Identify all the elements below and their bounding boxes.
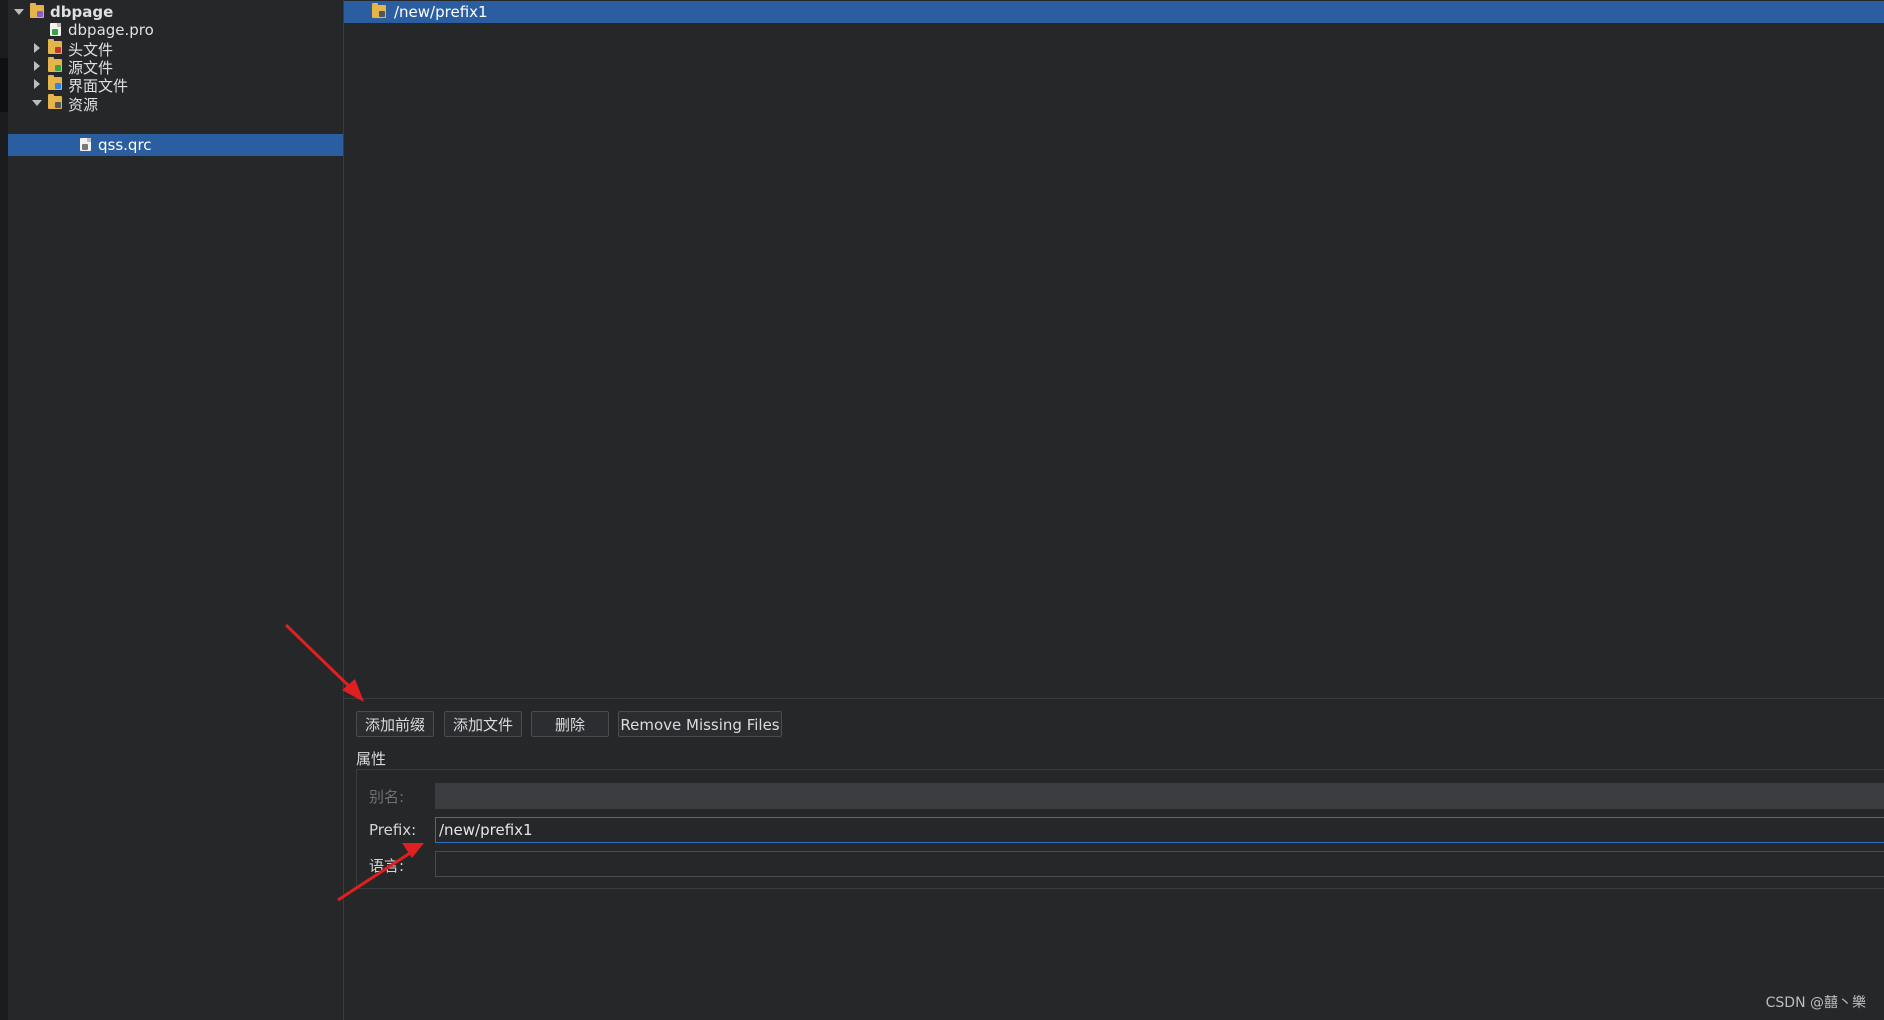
resource-prefix-label: /new/prefix1 — [394, 3, 488, 21]
watermark: CSDN @囍丶樂 — [1765, 995, 1866, 1011]
collapse-arrow-icon[interactable] — [34, 79, 40, 89]
pro-file-icon — [50, 23, 61, 36]
resources-folder-icon — [48, 94, 62, 109]
prefix-folder-icon — [372, 3, 386, 18]
prefix-field[interactable] — [435, 817, 1884, 843]
collapse-arrow-icon[interactable] — [34, 61, 40, 71]
sources-folder-icon — [48, 57, 62, 72]
collapse-arrow-icon[interactable] — [34, 43, 40, 53]
language-label: 语言: — [369, 857, 405, 875]
forms-folder-icon — [48, 75, 62, 90]
add-files-button[interactable]: 添加文件 — [444, 711, 522, 737]
qt-creator-window: dbpage dbpage.pro 头文件 源文件 界面文件 资源 qss.qr… — [0, 0, 1884, 1020]
add-prefix-button[interactable]: 添加前缀 — [356, 711, 434, 737]
tree-item-label: qss.qrc — [98, 136, 152, 154]
project-folder-icon — [30, 3, 44, 18]
panel-divider — [344, 698, 1884, 699]
mode-bar-edge — [0, 0, 8, 1020]
alias-field — [435, 783, 1884, 809]
remove-missing-files-button[interactable]: Remove Missing Files — [618, 711, 782, 737]
properties-group: 别名: Prefix: 语言: — [356, 769, 1884, 889]
tree-item-resources[interactable]: 资源 — [8, 92, 343, 114]
qrc-file-icon — [80, 138, 91, 151]
language-field[interactable] — [435, 851, 1884, 877]
properties-title: 属性 — [356, 750, 387, 768]
delete-button[interactable]: 删除 — [531, 711, 609, 737]
tree-item-qss-qrc[interactable]: qss.qrc — [8, 134, 343, 156]
resource-editor: /new/prefix1 添加前缀 添加文件 删除 Remove Missing… — [344, 0, 1884, 1020]
expand-arrow-icon[interactable] — [32, 100, 42, 106]
alias-label: 别名: — [369, 788, 405, 806]
prefix-label: Prefix: — [369, 821, 417, 839]
tree-item-label: 资源 — [68, 96, 99, 114]
expand-arrow-icon[interactable] — [14, 9, 24, 15]
project-tree: dbpage dbpage.pro 头文件 源文件 界面文件 资源 qss.qr… — [8, 0, 343, 1020]
resource-prefix-item[interactable]: /new/prefix1 — [344, 1, 1884, 23]
headers-folder-icon — [48, 39, 62, 54]
